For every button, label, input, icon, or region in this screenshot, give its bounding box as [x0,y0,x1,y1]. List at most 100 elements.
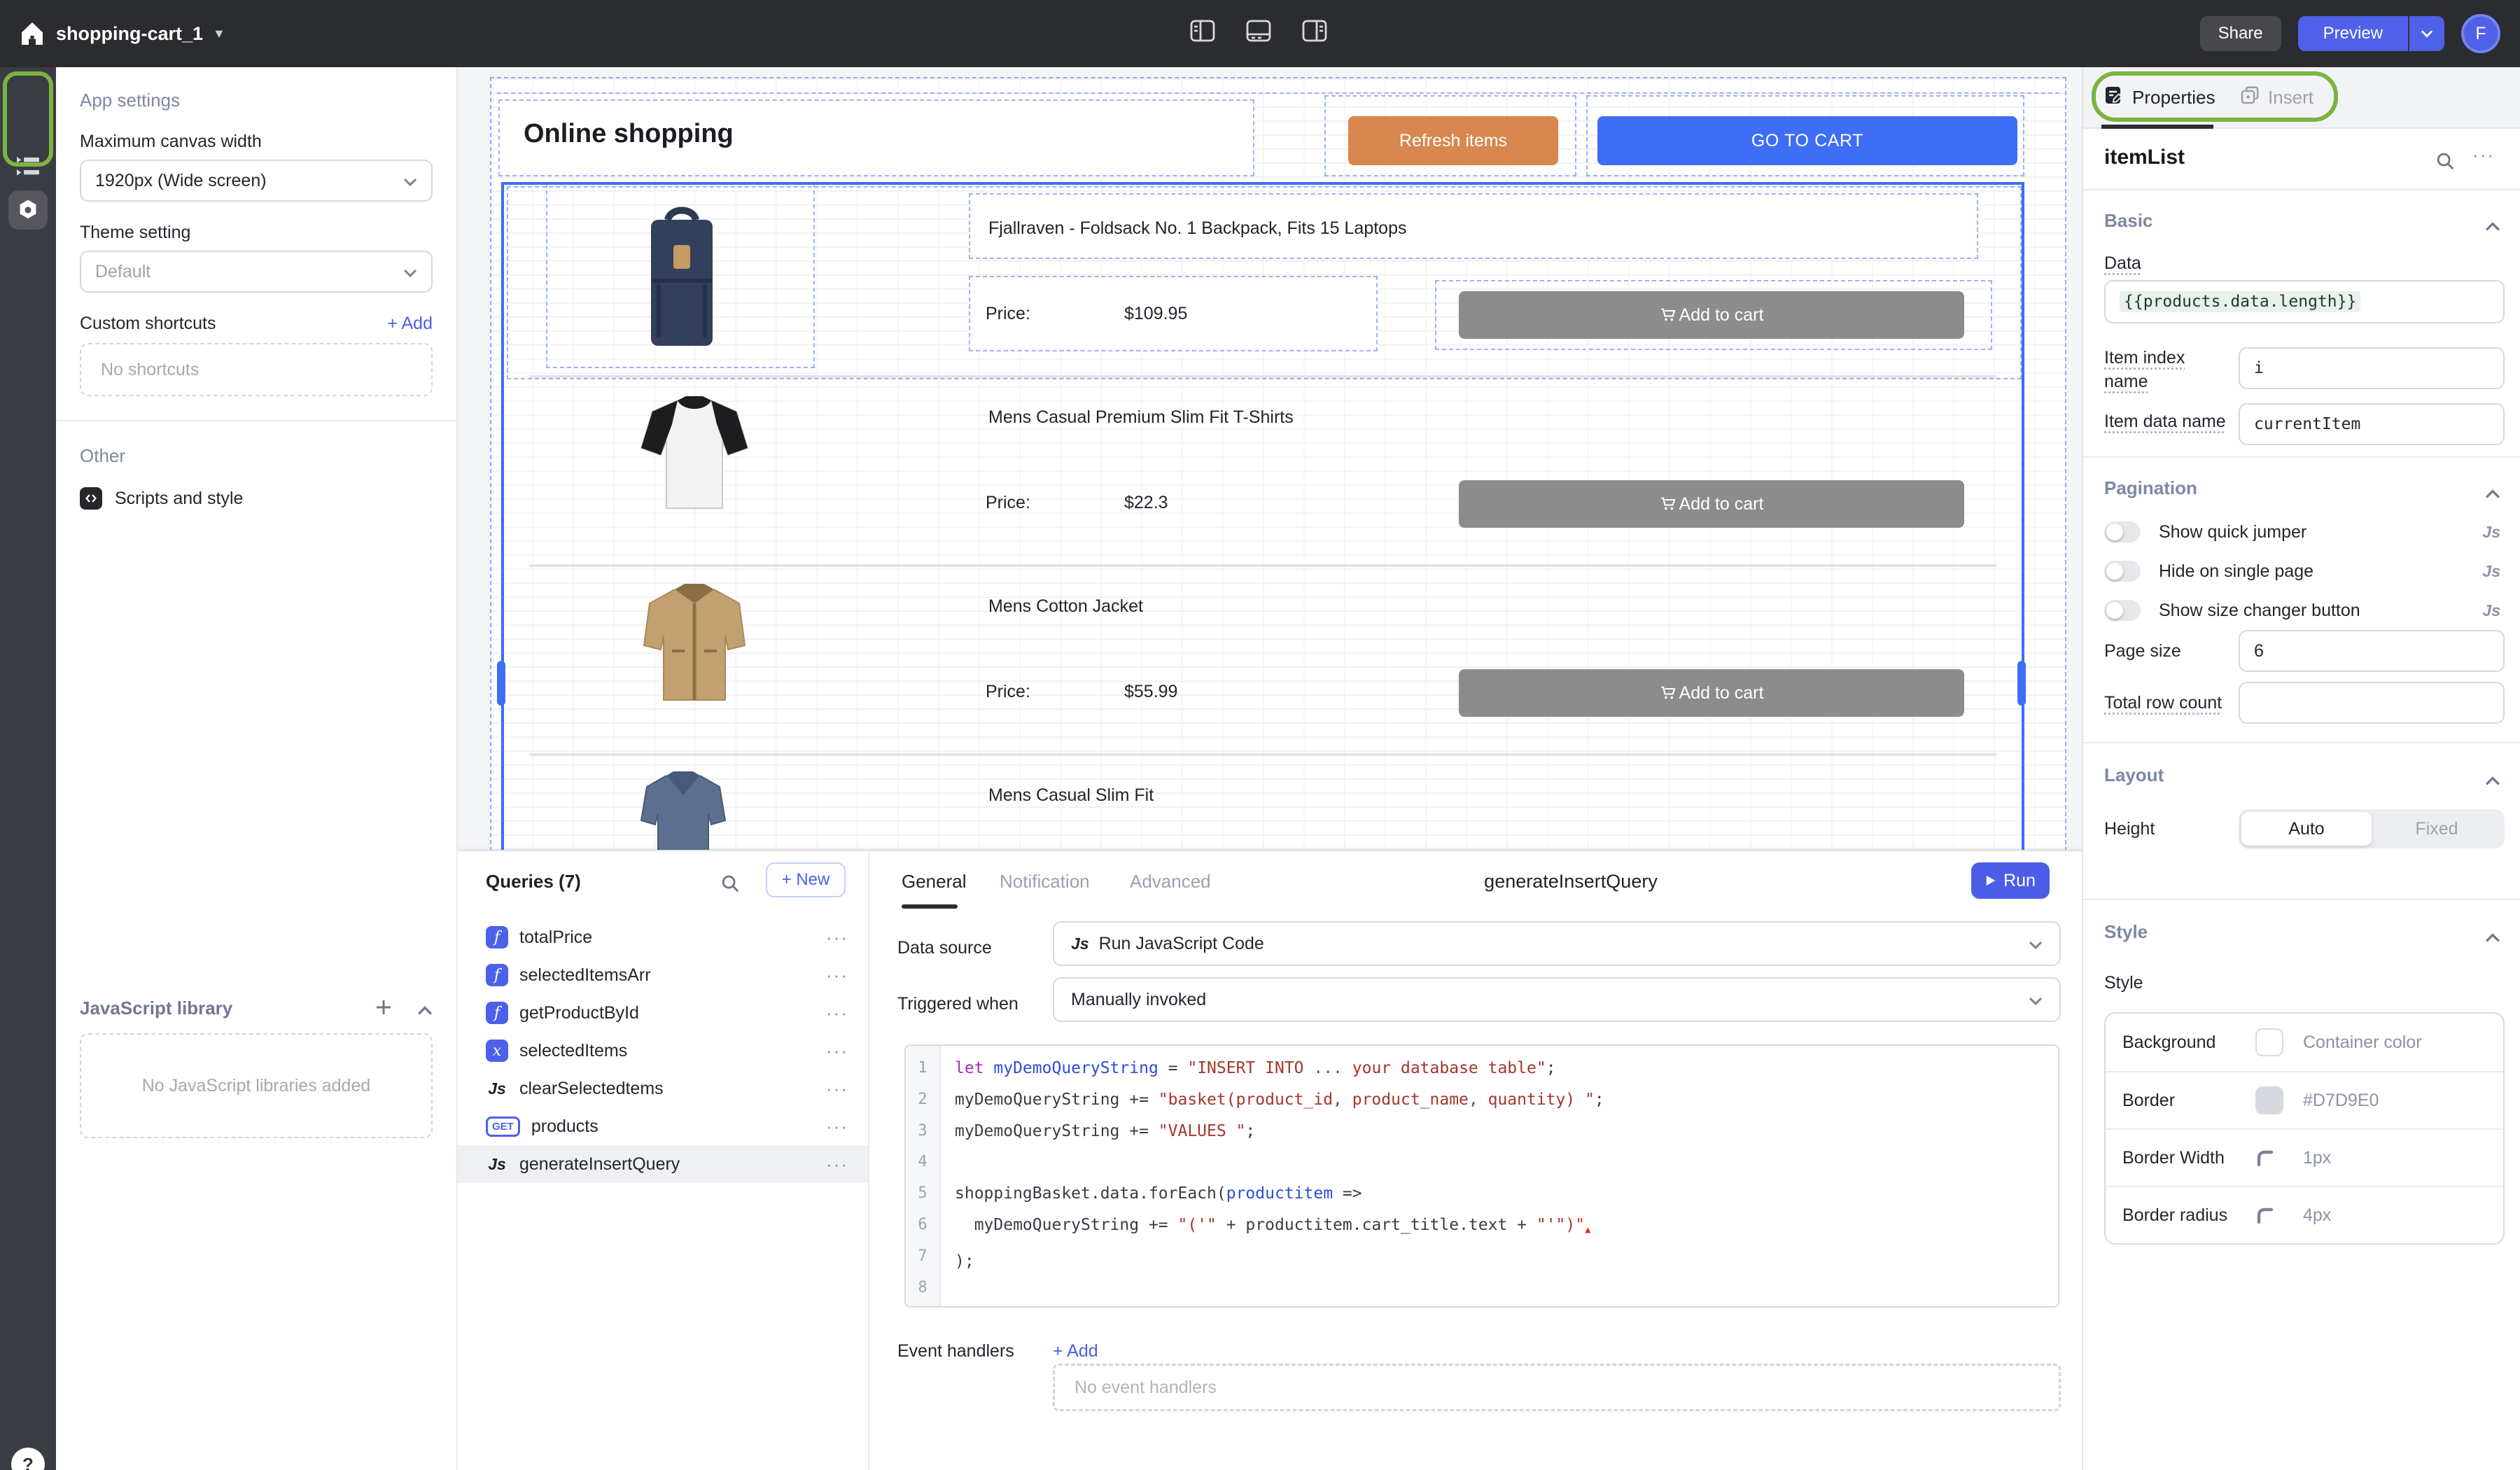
item-data-name-label: Item data name [2104,412,2226,432]
resize-handle-left[interactable] [497,661,505,706]
tab-properties[interactable]: Properties [2104,85,2216,110]
color-swatch[interactable] [2255,1028,2283,1056]
title-component-wrapper[interactable]: Online shopping [498,99,1254,176]
color-swatch[interactable] [2255,1086,2283,1114]
price-value: $22.3 [1124,493,1168,513]
query-list-item[interactable]: xselectedItems··· [458,1032,868,1070]
refresh-items-button[interactable]: Refresh items [1348,116,1558,165]
avatar[interactable]: F [2461,14,2500,53]
collapse-icon[interactable] [2485,479,2500,505]
app-canvas[interactable]: Online shopping Refresh items GO TO CART… [490,77,2066,851]
scripts-and-style-item[interactable]: Scripts and style [80,487,433,510]
add-js-library-icon[interactable] [375,995,392,1021]
style-property-value: 1px [2303,1148,2331,1168]
js-icon[interactable]: Js [2482,601,2500,620]
height-auto-option[interactable]: Auto [2241,812,2372,846]
new-query-button[interactable]: + New [766,862,846,897]
go-to-cart-button[interactable]: GO TO CART [1597,116,2017,165]
item-data-name-input[interactable]: currentItem [2239,403,2505,445]
component-tree-icon[interactable] [8,147,48,186]
code-line: myDemoQueryString += "VALUES "; [955,1116,1604,1147]
query-menu-icon[interactable]: ··· [826,927,848,948]
tab-insert[interactable]: Insert [2240,85,2314,110]
query-menu-icon[interactable]: ··· [826,1116,848,1138]
style-row[interactable]: Border radius4px [2106,1186,2503,1243]
product-row[interactable]: Mens Cotton JacketPrice:$55.99Add to car… [504,567,2022,756]
query-list-item[interactable]: fselectedItemsArr··· [458,956,868,994]
height-fixed-option[interactable]: Fixed [2372,812,2502,846]
query-menu-icon[interactable]: ··· [826,1040,848,1062]
add-shortcut-button[interactable]: + Add [387,314,433,334]
height-segmented-control: Auto Fixed [2239,809,2505,848]
item-list-component[interactable]: Fjallraven - Foldsack No. 1 Backpack, Fi… [501,182,2024,853]
style-row[interactable]: Border#D7D9E0 [2106,1071,2503,1128]
home-icon[interactable] [20,21,45,52]
query-search-icon[interactable] [721,872,739,898]
js-icon[interactable]: Js [2482,562,2500,581]
collapse-icon[interactable] [2485,211,2500,237]
product-row[interactable]: Fjallraven - Foldsack No. 1 Backpack, Fi… [504,189,2022,378]
collapse-icon[interactable] [2485,766,2500,792]
toggle-left-panel-icon[interactable] [1190,20,1215,48]
app-title-caret-icon[interactable]: ▼ [213,27,225,41]
run-button[interactable]: Run [1971,862,2050,899]
help-button[interactable]: ? [11,1448,45,1470]
data-input[interactable]: {{products.data.length}} [2104,280,2505,323]
tab-notification[interactable]: Notification [1000,871,1090,892]
query-menu-icon[interactable]: ··· [826,1154,848,1175]
toggle-right-panel-icon[interactable] [1302,20,1327,48]
query-list-item[interactable]: ftotalPrice··· [458,918,868,956]
code-content[interactable]: let myDemoQueryString = "INSERT INTO ...… [941,1046,1604,1306]
triggered-when-select[interactable]: Manually invoked [1053,977,2061,1022]
query-name: selectedItems [519,1041,627,1061]
tab-advanced[interactable]: Advanced [1130,871,1211,892]
query-list-item[interactable]: JsgenerateInsertQuery··· [458,1145,868,1183]
collapse-icon[interactable] [2485,923,2500,948]
js-icon[interactable]: Js [2482,523,2500,542]
product-title: Fjallraven - Foldsack No. 1 Backpack, Fi… [988,218,1407,239]
query-list-item[interactable]: JsclearSelectedtems··· [458,1070,868,1107]
price-label: Price: [986,493,1030,513]
query-menu-icon[interactable]: ··· [826,1078,848,1100]
product-row[interactable]: Mens Casual Slim Fit [504,756,2022,853]
item-index-name-input[interactable]: i [2239,347,2505,389]
price-value: $55.99 [1124,682,1177,702]
toggle-bottom-panel-icon[interactable] [1246,20,1271,48]
tab-general[interactable]: General [902,871,967,892]
max-canvas-width-select[interactable]: 1920px (Wide screen) [80,160,433,202]
app-title[interactable]: shopping-cart_1 [56,23,203,45]
page-size-input[interactable]: 6 [2239,630,2505,672]
theme-setting-select[interactable]: Default [80,251,433,293]
preview-button[interactable]: Preview [2298,16,2408,51]
add-to-cart-button[interactable]: Add to cart [1459,480,1964,528]
code-line [955,1278,1604,1308]
add-event-handler-button[interactable]: + Add [1053,1341,1098,1362]
toggle-label: Show quick jumper [2159,522,2306,542]
total-row-count-input[interactable] [2239,682,2505,724]
query-list-item[interactable]: fgetProductById··· [458,994,868,1032]
inspector-search-icon[interactable] [2436,150,2454,176]
toggle-switch[interactable] [2104,522,2141,542]
add-to-cart-button[interactable]: Add to cart [1459,669,1964,717]
toggle-switch[interactable] [2104,600,2141,621]
query-menu-icon[interactable]: ··· [826,965,848,986]
preview-dropdown-button[interactable] [2408,16,2444,51]
product-row[interactable]: Mens Casual Premium Slim Fit T-ShirtsPri… [504,378,2022,567]
add-to-cart-button[interactable]: Add to cart [1459,291,1964,339]
app-settings-icon[interactable] [8,190,48,230]
collapse-icon[interactable] [417,995,433,1021]
toggle-switch[interactable] [2104,561,2141,582]
query-name: totalPrice [519,927,592,948]
resize-handle-right[interactable] [2017,661,2026,706]
data-source-select[interactable]: Js Run JavaScript Code [1053,921,2061,966]
query-menu-icon[interactable]: ··· [826,1002,848,1024]
style-table: BackgroundContainer colorBorder#D7D9E0Bo… [2104,1012,2505,1245]
share-button[interactable]: Share [2200,16,2281,51]
theme-setting-label: Theme setting [80,223,433,243]
style-row[interactable]: BackgroundContainer color [2106,1014,2503,1071]
custom-shortcuts-row: Custom shortcuts + Add [80,314,433,334]
style-row[interactable]: Border Width1px [2106,1128,2503,1186]
code-editor[interactable]: 12345678 let myDemoQueryString = "INSERT… [904,1044,2059,1308]
query-list-item[interactable]: GETproducts··· [458,1107,868,1145]
component-menu-icon[interactable]: ··· [2472,144,2495,166]
